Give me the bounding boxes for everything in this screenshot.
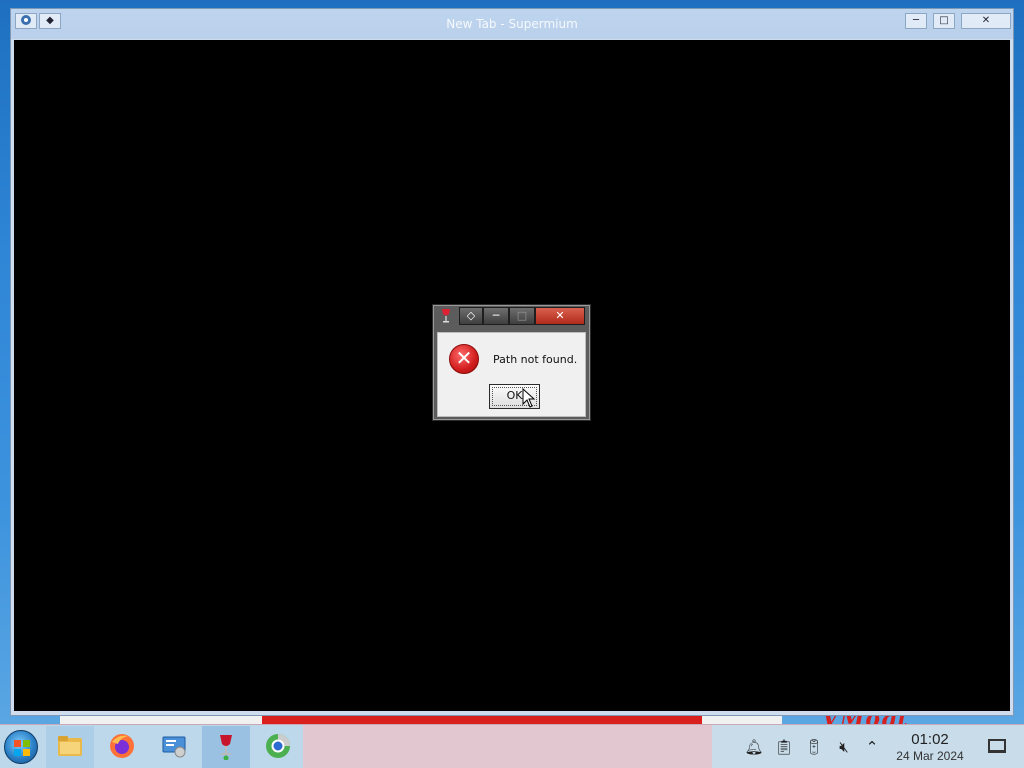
dialog-body: ✕ Path not found. OK	[437, 332, 586, 417]
clock-time[interactable]: 01:02	[890, 731, 970, 748]
show-desktop-icon[interactable]	[988, 739, 1006, 753]
supermium-icon	[266, 734, 290, 758]
dialog-titlebar[interactable]: ◇ ─ □ ✕	[433, 305, 590, 329]
taskbar-supermium[interactable]	[254, 726, 302, 768]
taskbar: 🔔︎ 📋︎ 🔋︎ 🔇︎ ⌃ 01:02 24 Mar 2024	[0, 724, 1024, 768]
maximize-button[interactable]: □	[509, 307, 535, 325]
folder-icon	[58, 736, 82, 756]
close-button[interactable]: ✕	[535, 307, 585, 325]
clipboard-icon[interactable]: 📋︎	[774, 737, 794, 757]
wine-glass-icon	[441, 308, 451, 324]
wine-glass-icon	[220, 735, 232, 760]
error-dialog: ◇ ─ □ ✕ ✕ Path not found. OK	[432, 304, 591, 421]
battery-icon[interactable]: 🔋︎	[804, 737, 824, 757]
mouse-cursor-icon	[522, 388, 536, 408]
start-button[interactable]	[4, 730, 38, 764]
volume-muted-icon[interactable]: 🔇︎	[834, 737, 854, 757]
error-icon: ✕	[449, 344, 479, 374]
notifications-bell-icon[interactable]: 🔔︎	[744, 737, 764, 757]
browser-titlebar[interactable]: ◆ New Tab - Supermium ─ □ ✕	[11, 9, 1013, 39]
maximize-button[interactable]: □	[933, 13, 955, 29]
taskbar-firefox[interactable]	[98, 726, 146, 768]
firefox-icon	[110, 734, 134, 758]
taskbar-wine-app[interactable]	[202, 726, 250, 768]
minimize-button[interactable]: ─	[483, 307, 509, 325]
control-panel-icon	[162, 736, 186, 758]
chevron-up-icon[interactable]: ⌃	[862, 737, 882, 757]
taskbar-control-panel[interactable]	[150, 726, 198, 768]
browser-title: New Tab - Supermium	[446, 17, 578, 31]
minimize-button[interactable]: ─	[905, 13, 927, 29]
close-button[interactable]: ✕	[961, 13, 1011, 29]
clock-date[interactable]: 24 Mar 2024	[890, 749, 970, 763]
windows-flag-icon	[14, 740, 30, 756]
error-message: Path not found.	[493, 353, 578, 366]
keep-above-button[interactable]: ◇	[459, 307, 483, 325]
taskbar-file-explorer[interactable]	[46, 726, 94, 768]
